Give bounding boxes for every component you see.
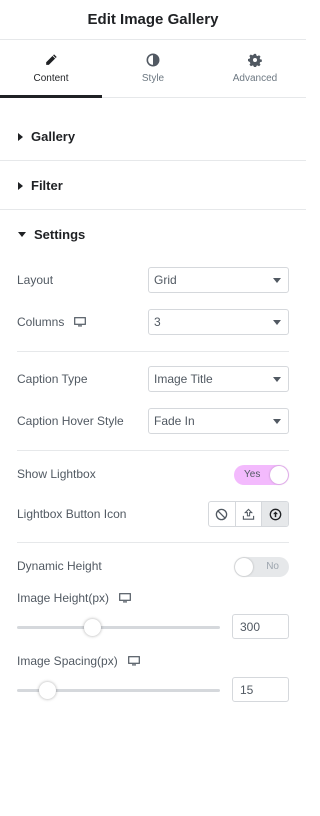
half-circle-icon (146, 53, 160, 67)
caret-right-icon (18, 132, 23, 141)
lightbox-icon-choices (208, 501, 289, 527)
image-height-label-wrap: Image Height(px) (17, 591, 131, 605)
image-spacing-label-wrap: Image Spacing(px) (17, 654, 140, 668)
slider-thumb[interactable] (83, 619, 101, 636)
monitor-icon[interactable] (119, 593, 131, 603)
none-icon (216, 508, 228, 520)
toggle-state: Yes (244, 469, 261, 480)
icon-choice-none[interactable] (209, 502, 236, 526)
caption-type-select[interactable]: Image Title (148, 366, 289, 392)
divider (17, 542, 289, 543)
caption-hover-value: Fade In (154, 414, 195, 428)
arrow-up-circle-icon (269, 508, 282, 520)
layout-value: Grid (154, 273, 177, 287)
slider-thumb[interactable] (38, 682, 56, 699)
image-height-value: 300 (240, 619, 261, 634)
panel-title: Edit Image Gallery (87, 11, 219, 28)
chevron-down-icon (273, 278, 281, 283)
gear-icon (248, 53, 262, 67)
upload-icon (242, 508, 255, 520)
chevron-down-icon (273, 377, 281, 382)
tab-label: Content (33, 73, 69, 84)
tab-style[interactable]: Style (102, 40, 204, 97)
toggle-knob (270, 466, 288, 484)
show-lightbox-toggle[interactable]: Yes (234, 465, 289, 485)
columns-select[interactable]: 3 (148, 309, 289, 335)
pencil-icon (46, 54, 57, 65)
caption-type-value: Image Title (154, 372, 213, 386)
icon-choice-arrow-up-circle[interactable] (262, 502, 288, 526)
tab-label: Style (141, 73, 165, 84)
chevron-down-icon (273, 320, 281, 325)
icon-choice-upload[interactable] (236, 502, 263, 526)
toggle-state: No (266, 561, 279, 572)
image-spacing-input[interactable]: 15 (232, 677, 289, 702)
dynamic-height-toggle[interactable]: No (234, 557, 289, 577)
section-filter[interactable]: Filter (0, 162, 306, 210)
section-title: Gallery (31, 129, 76, 144)
section-title: Settings (34, 226, 86, 242)
image-spacing-control: Image Spacing(px) (17, 652, 289, 670)
dynamic-height-label: Dynamic Height (17, 559, 102, 573)
tab-content[interactable]: Content (0, 40, 102, 98)
caption-hover-select[interactable]: Fade In (148, 408, 289, 434)
image-height-label: Image Height(px) (17, 591, 110, 605)
tab-advanced[interactable]: Advanced (204, 40, 306, 97)
divider (17, 450, 289, 451)
image-spacing-label: Image Spacing(px) (17, 654, 118, 668)
columns-label: Columns (17, 315, 65, 329)
image-height-slider[interactable] (17, 617, 220, 637)
caption-type-label: Caption Type (17, 372, 88, 386)
caption-hover-label: Caption Hover Style (17, 414, 124, 428)
section-gallery[interactable]: Gallery (0, 113, 306, 161)
caret-right-icon (18, 181, 23, 190)
monitor-icon[interactable] (74, 317, 87, 327)
show-lightbox-label: Show Lightbox (17, 467, 96, 481)
divider (17, 351, 289, 352)
chevron-down-icon (273, 419, 281, 424)
tab-label: Advanced (232, 73, 278, 84)
tab-bar: Content Style Advanced (0, 40, 306, 98)
layout-label: Layout (17, 273, 54, 287)
columns-label-wrap: Columns (17, 315, 87, 329)
lightbox-icon-label: Lightbox Button Icon (17, 507, 127, 521)
section-settings[interactable]: Settings (0, 210, 306, 258)
image-spacing-value: 15 (240, 682, 254, 697)
caret-down-icon (18, 231, 26, 237)
image-height-input[interactable]: 300 (232, 614, 289, 639)
toggle-knob (235, 558, 253, 576)
slider-track (17, 626, 220, 629)
image-spacing-slider[interactable] (17, 680, 220, 700)
columns-value: 3 (154, 315, 161, 329)
image-height-control: Image Height(px) (17, 589, 289, 607)
panel-header: Edit Image Gallery (0, 0, 306, 40)
layout-select[interactable]: Grid (148, 267, 289, 293)
section-title: Filter (31, 178, 63, 193)
monitor-icon[interactable] (127, 656, 140, 666)
